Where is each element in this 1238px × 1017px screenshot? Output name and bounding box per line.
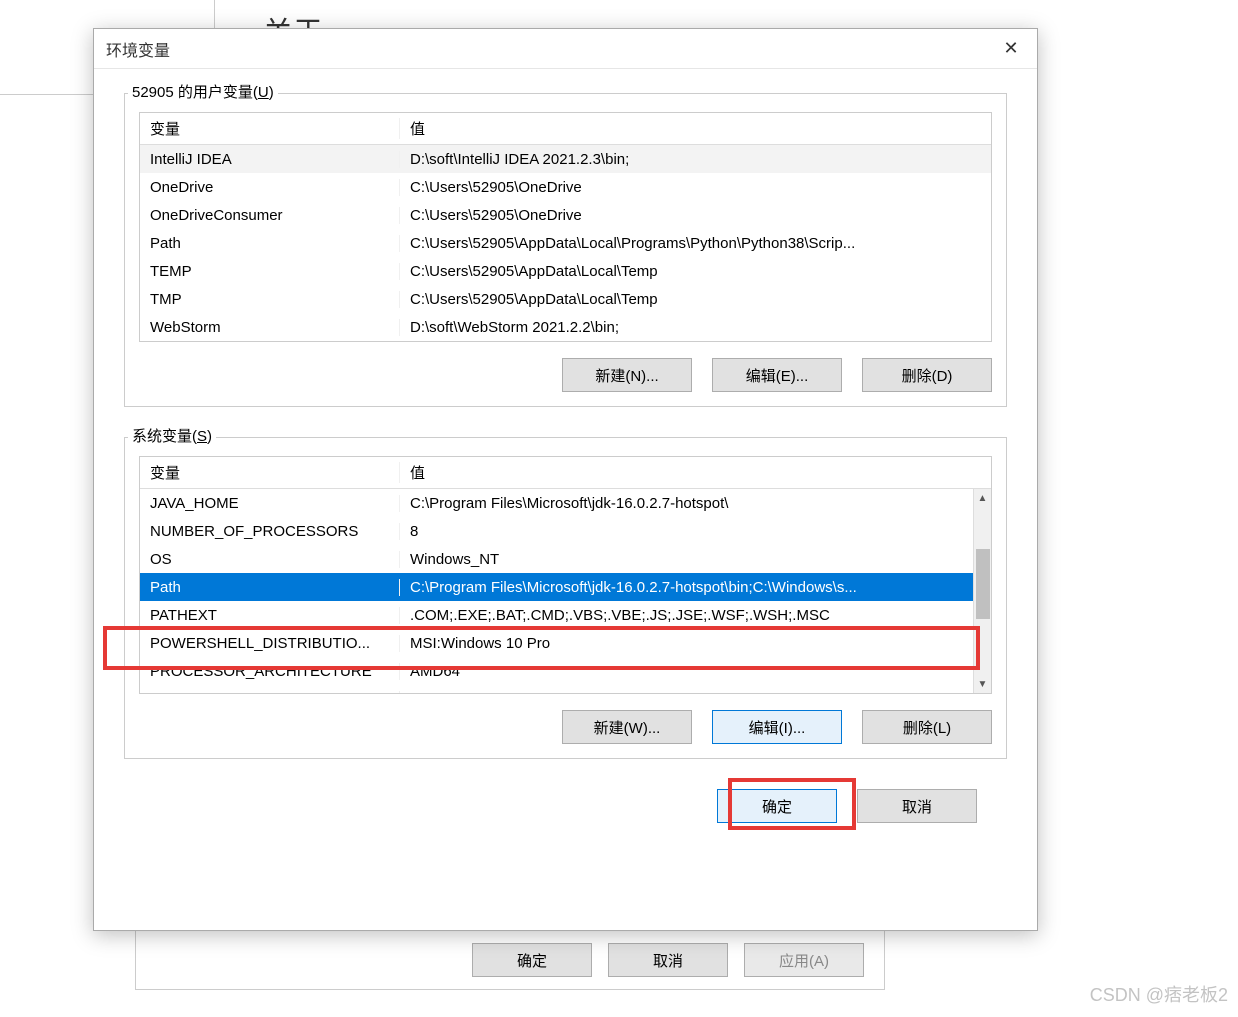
cell-value: C:\Users\52905\AppData\Local\Programs\Py… [400, 235, 991, 252]
cell-value: .COM;.EXE;.BAT;.CMD;.VBS;.VBE;.JS;.JSE;.… [400, 607, 973, 624]
table-row[interactable]: POWERSHELL_DISTRIBUTIO...MSI:Windows 10 … [140, 629, 973, 657]
system-variables-group: 系统变量(S) 变量 值 JAVA_HOMEC:\Program Files\M… [124, 437, 1007, 759]
cell-variable: NUMBER_OF_PROCESSORS [140, 523, 400, 540]
user-buttons-row: 新建(N)... 编辑(E)... 删除(D) [139, 354, 992, 392]
table-row[interactable]: JAVA_HOMEC:\Program Files\Microsoft\jdk-… [140, 489, 973, 517]
column-header-variable[interactable]: 变量 [140, 462, 400, 483]
column-header-value[interactable]: 值 [400, 118, 991, 139]
system-delete-button[interactable]: 删除(L) [862, 710, 992, 744]
cell-variable: Path [140, 235, 400, 252]
parent-dialog-footer: 确定 取消 应用(A) [135, 930, 885, 990]
dialog-title: 环境变量 [106, 37, 170, 61]
cell-variable: Path [140, 579, 400, 596]
dialog-content: 52905 的用户变量(U) 变量 值 IntelliJ IDEAD:\soft… [94, 69, 1037, 930]
table-row[interactable]: PATHEXT.COM;.EXE;.BAT;.CMD;.VBS;.VBE;.JS… [140, 601, 973, 629]
cell-value: Intel64 Family 6 Model 140 Stepping 1, G… [400, 691, 973, 695]
table-row[interactable]: PathC:\Users\52905\AppData\Local\Program… [140, 229, 991, 257]
cell-variable: OS [140, 551, 400, 568]
scroll-down-icon[interactable]: ▼ [974, 675, 991, 693]
cell-value: MSI:Windows 10 Pro [400, 635, 973, 652]
cell-variable: PROCESSOR_ARCHITECTURE [140, 663, 400, 680]
dialog-titlebar: 环境变量 ✕ [94, 29, 1037, 69]
cell-value: D:\soft\WebStorm 2021.2.2\bin; [400, 319, 991, 336]
cell-variable: IntelliJ IDEA [140, 151, 400, 168]
system-variables-table[interactable]: 变量 值 JAVA_HOMEC:\Program Files\Microsoft… [139, 456, 992, 694]
table-row[interactable]: PROCESSOR_ARCHITECTUREAMD64 [140, 657, 973, 685]
cell-variable: JAVA_HOME [140, 495, 400, 512]
cell-variable: OneDrive [140, 179, 400, 196]
user-delete-button[interactable]: 删除(D) [862, 358, 992, 392]
system-group-label: 系统变量(S) [128, 425, 216, 446]
system-edit-button[interactable]: 编辑(I)... [712, 710, 842, 744]
user-edit-button[interactable]: 编辑(E)... [712, 358, 842, 392]
cell-value: C:\Users\52905\OneDrive [400, 207, 991, 224]
parent-ok-button[interactable]: 确定 [472, 943, 592, 977]
system-table-header: 变量 值 [140, 457, 991, 489]
user-group-label: 52905 的用户变量(U) [128, 81, 278, 102]
column-header-value[interactable]: 值 [400, 462, 991, 483]
table-row[interactable]: IntelliJ IDEAD:\soft\IntelliJ IDEA 2021.… [140, 145, 991, 173]
environment-variables-dialog: 环境变量 ✕ 52905 的用户变量(U) 变量 值 IntelliJ IDEA… [93, 28, 1038, 931]
table-row[interactable]: OneDriveConsumerC:\Users\52905\OneDrive [140, 201, 991, 229]
cell-variable: PATHEXT [140, 607, 400, 624]
cancel-button[interactable]: 取消 [857, 789, 977, 823]
dialog-footer-buttons: 确定 取消 [124, 789, 1007, 823]
cell-value: C:\Program Files\Microsoft\jdk-16.0.2.7-… [400, 495, 973, 512]
cell-value: C:\Program Files\Microsoft\jdk-16.0.2.7-… [400, 579, 973, 596]
table-row[interactable]: OneDriveC:\Users\52905\OneDrive [140, 173, 991, 201]
table-row[interactable]: NUMBER_OF_PROCESSORS8 [140, 517, 973, 545]
user-variables-table[interactable]: 变量 值 IntelliJ IDEAD:\soft\IntelliJ IDEA … [139, 112, 992, 342]
parent-apply-button[interactable]: 应用(A) [744, 943, 864, 977]
scrollbar-thumb[interactable] [976, 549, 990, 619]
cell-variable: TEMP [140, 263, 400, 280]
system-table-scrollbar[interactable]: ▲ ▼ [973, 489, 991, 693]
user-new-button[interactable]: 新建(N)... [562, 358, 692, 392]
watermark: CSDN @痞老板2 [1090, 981, 1228, 1007]
user-variables-group: 52905 的用户变量(U) 变量 值 IntelliJ IDEAD:\soft… [124, 93, 1007, 407]
system-new-button[interactable]: 新建(W)... [562, 710, 692, 744]
scroll-up-icon[interactable]: ▲ [974, 489, 991, 507]
cell-value: D:\soft\IntelliJ IDEA 2021.2.3\bin; [400, 151, 991, 168]
cell-variable: POWERSHELL_DISTRIBUTIO... [140, 635, 400, 652]
table-row[interactable]: TEMPC:\Users\52905\AppData\Local\Temp [140, 257, 991, 285]
system-buttons-row: 新建(W)... 编辑(I)... 删除(L) [139, 706, 992, 744]
column-header-variable[interactable]: 变量 [140, 118, 400, 139]
cell-value: Windows_NT [400, 551, 973, 568]
parent-cancel-button[interactable]: 取消 [608, 943, 728, 977]
cell-variable: PROCESSOR_IDENTIFIER [140, 691, 400, 695]
cell-variable: TMP [140, 291, 400, 308]
cell-value: C:\Users\52905\AppData\Local\Temp [400, 263, 991, 280]
cell-value: AMD64 [400, 663, 973, 680]
cell-value: C:\Users\52905\AppData\Local\Temp [400, 291, 991, 308]
cell-variable: WebStorm [140, 319, 400, 336]
cell-value: 8 [400, 523, 973, 540]
cell-value: C:\Users\52905\OneDrive [400, 179, 991, 196]
user-table-header: 变量 值 [140, 113, 991, 145]
table-row[interactable]: PathC:\Program Files\Microsoft\jdk-16.0.… [140, 573, 973, 601]
table-row[interactable]: OSWindows_NT [140, 545, 973, 573]
cell-variable: OneDriveConsumer [140, 207, 400, 224]
table-row[interactable]: PROCESSOR_IDENTIFIERIntel64 Family 6 Mod… [140, 685, 973, 694]
table-row[interactable]: TMPC:\Users\52905\AppData\Local\Temp [140, 285, 991, 313]
close-icon[interactable]: ✕ [997, 35, 1025, 63]
table-row[interactable]: WebStormD:\soft\WebStorm 2021.2.2\bin; [140, 313, 991, 341]
ok-button[interactable]: 确定 [717, 789, 837, 823]
